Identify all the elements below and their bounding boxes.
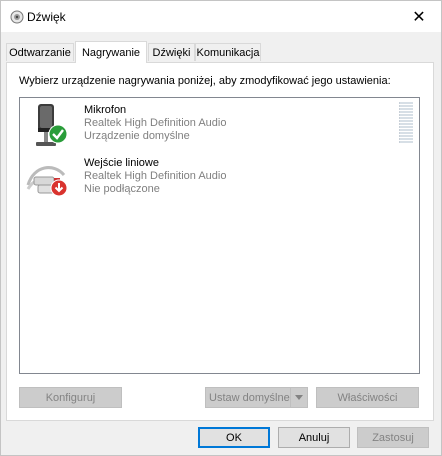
tab-sounds[interactable]: Dźwięki xyxy=(148,43,195,61)
device-name: Mikrofon xyxy=(84,104,127,116)
device-item-line-in[interactable]: Wejście liniowe Realtek High Definition … xyxy=(24,155,414,203)
ok-button[interactable]: OK xyxy=(198,427,270,448)
configure-button[interactable]: Konfiguruj xyxy=(19,387,122,408)
device-status: Urządzenie domyślne xyxy=(84,130,190,142)
check-icon xyxy=(48,124,68,144)
device-item-microphone[interactable]: Mikrofon Realtek High Definition Audio U… xyxy=(24,102,414,150)
tab-communications[interactable]: Komunikacja xyxy=(195,43,261,61)
device-driver: Realtek High Definition Audio xyxy=(84,117,227,129)
recording-device-list[interactable]: Mikrofon Realtek High Definition Audio U… xyxy=(19,97,420,374)
set-default-button[interactable]: Ustaw domyślne xyxy=(205,387,308,408)
down-arrow-icon xyxy=(50,179,68,197)
device-status: Nie podłączone xyxy=(84,183,160,195)
title-bar[interactable]: Dźwięk ✕ xyxy=(1,1,441,32)
close-button[interactable]: ✕ xyxy=(397,1,441,32)
instruction-text: Wybierz urządzenie nagrywania poniżej, a… xyxy=(19,75,391,87)
cancel-button[interactable]: Anuluj xyxy=(278,427,350,448)
tab-recording[interactable]: Nagrywanie xyxy=(75,41,147,63)
properties-button[interactable]: Właściwości xyxy=(316,387,419,408)
close-icon: ✕ xyxy=(412,8,426,26)
tab-playback[interactable]: Odtwarzanie xyxy=(6,43,74,61)
apply-button[interactable]: Zastosuj xyxy=(357,427,429,448)
device-name: Wejście liniowe xyxy=(84,157,159,169)
device-driver: Realtek High Definition Audio xyxy=(84,170,227,182)
chevron-down-icon[interactable] xyxy=(290,388,307,407)
level-meter xyxy=(399,102,413,144)
sound-dialog: Dźwięk ✕ Odtwarzanie Nagrywanie Dźwięki … xyxy=(0,0,442,456)
speaker-icon xyxy=(10,10,24,24)
recording-panel: Wybierz urządzenie nagrywania poniżej, a… xyxy=(6,62,434,421)
window-title: Dźwięk xyxy=(27,10,66,24)
